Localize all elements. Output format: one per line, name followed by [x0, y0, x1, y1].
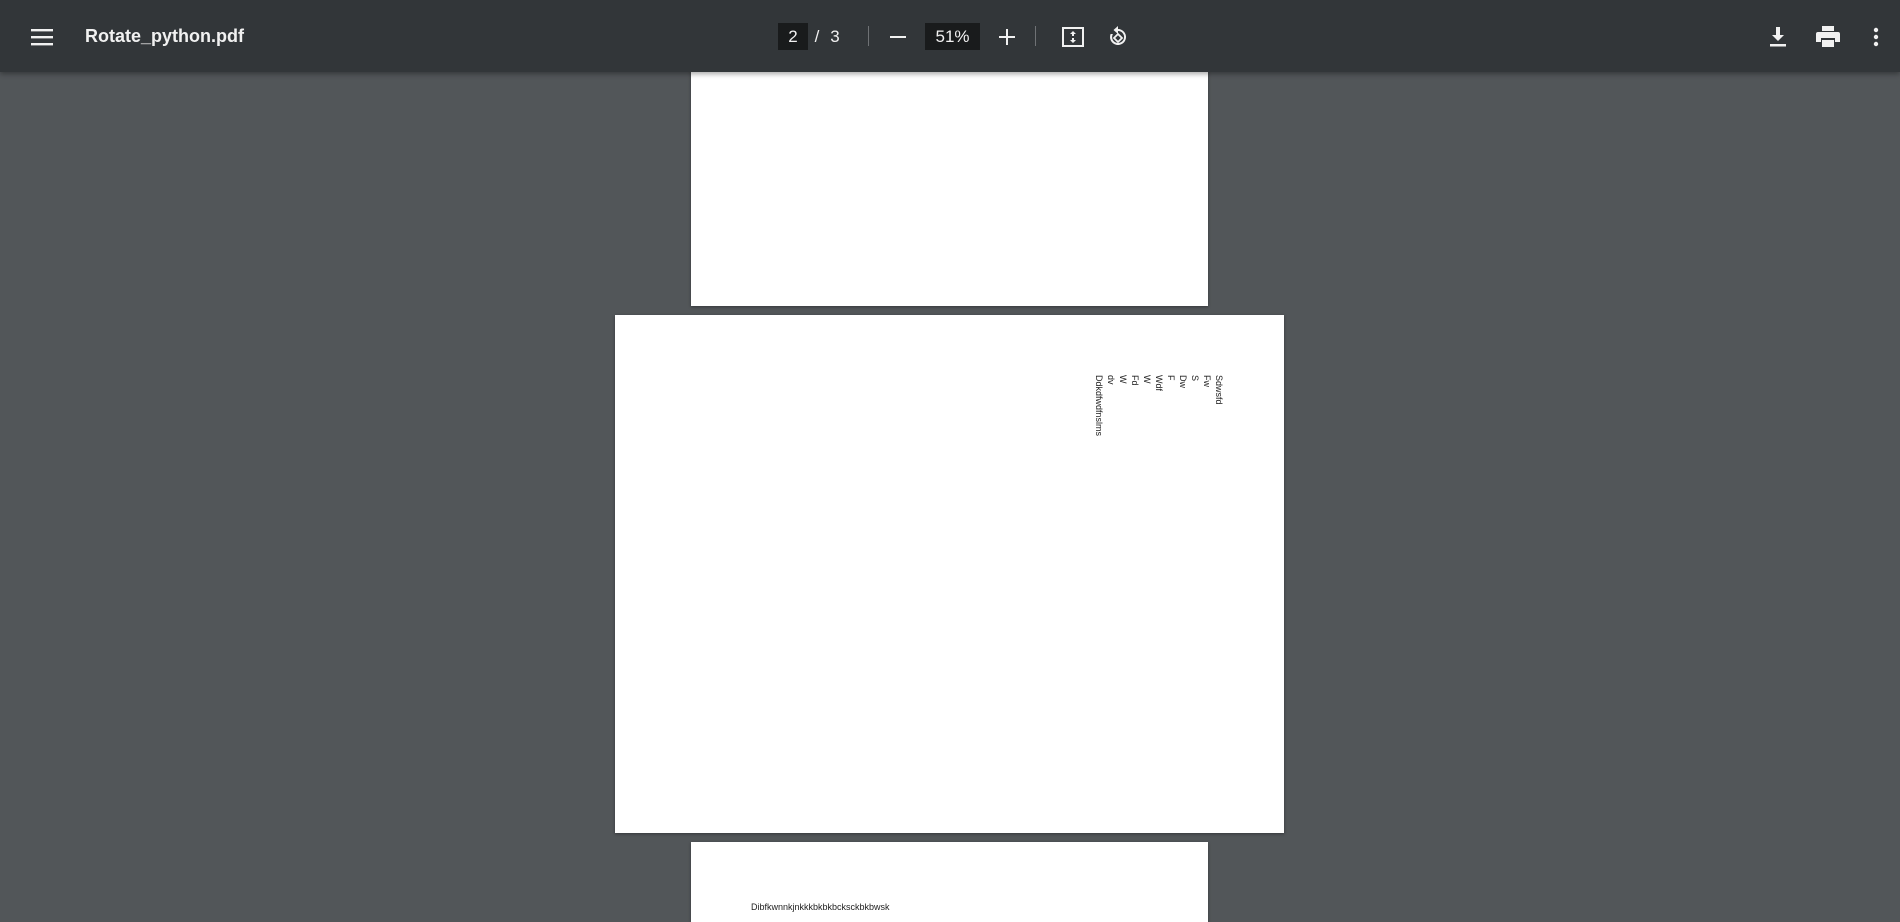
rotated-text-line: Sdwsfd: [1214, 375, 1224, 405]
print-button[interactable]: [1812, 22, 1844, 52]
fit-to-page-icon: [1062, 27, 1084, 47]
rotated-text-line: Fw: [1202, 375, 1212, 387]
zoom-input[interactable]: 51%: [925, 23, 980, 50]
rotated-text-line: Ddkdfwdfnslms: [1094, 375, 1104, 437]
rotated-text-line: Dw: [1178, 375, 1188, 388]
plus-icon: [999, 29, 1015, 45]
pdf-toolbar: Rotate_python.pdf 2 / 3 51%: [0, 0, 1900, 72]
page-separator: /: [814, 27, 820, 46]
page-number-input[interactable]: 2: [778, 23, 808, 50]
toolbar-divider: [868, 26, 869, 46]
more-vertical-icon: [1873, 27, 1879, 47]
zoom-in-button[interactable]: [993, 24, 1021, 50]
minus-icon: [890, 36, 906, 38]
rotate-button[interactable]: [1103, 22, 1133, 52]
fit-to-page-button[interactable]: [1058, 22, 1088, 52]
rotated-text-line: W: [1142, 375, 1152, 384]
toolbar-divider: [1035, 26, 1036, 46]
menu-button[interactable]: [28, 24, 56, 50]
rotated-text-line: F: [1166, 375, 1176, 381]
page-total: 3: [830, 27, 840, 46]
rotated-text-line: Fd: [1130, 375, 1140, 386]
more-actions-button[interactable]: [1864, 22, 1888, 52]
pdf-page-2: Sdwsfd Fw S Dw F Wdf W Fd W dv Ddkdfwdfn…: [615, 315, 1284, 833]
rotate-counterclockwise-icon: [1110, 26, 1127, 45]
pdf-page-3: Dibfkwnnkjnkkkbkbkbcksckbkbwsk: [691, 842, 1208, 922]
rotated-text-line: S: [1190, 375, 1200, 382]
download-button[interactable]: [1763, 22, 1793, 52]
zoom-out-button[interactable]: [884, 24, 912, 50]
download-icon: [1770, 27, 1786, 47]
text-line: Dibfkwnnkjnkkkbkbkbcksckbkbwsk: [751, 902, 890, 912]
rotated-text-line: Wdf: [1154, 375, 1164, 392]
print-icon: [1816, 26, 1840, 47]
pdf-page-1: [691, 60, 1208, 306]
hamburger-menu-icon: [31, 29, 53, 46]
rotated-text-line: W: [1118, 375, 1128, 384]
document-title: Rotate_python.pdf: [85, 26, 244, 46]
rotated-text-line: dv: [1106, 375, 1116, 385]
